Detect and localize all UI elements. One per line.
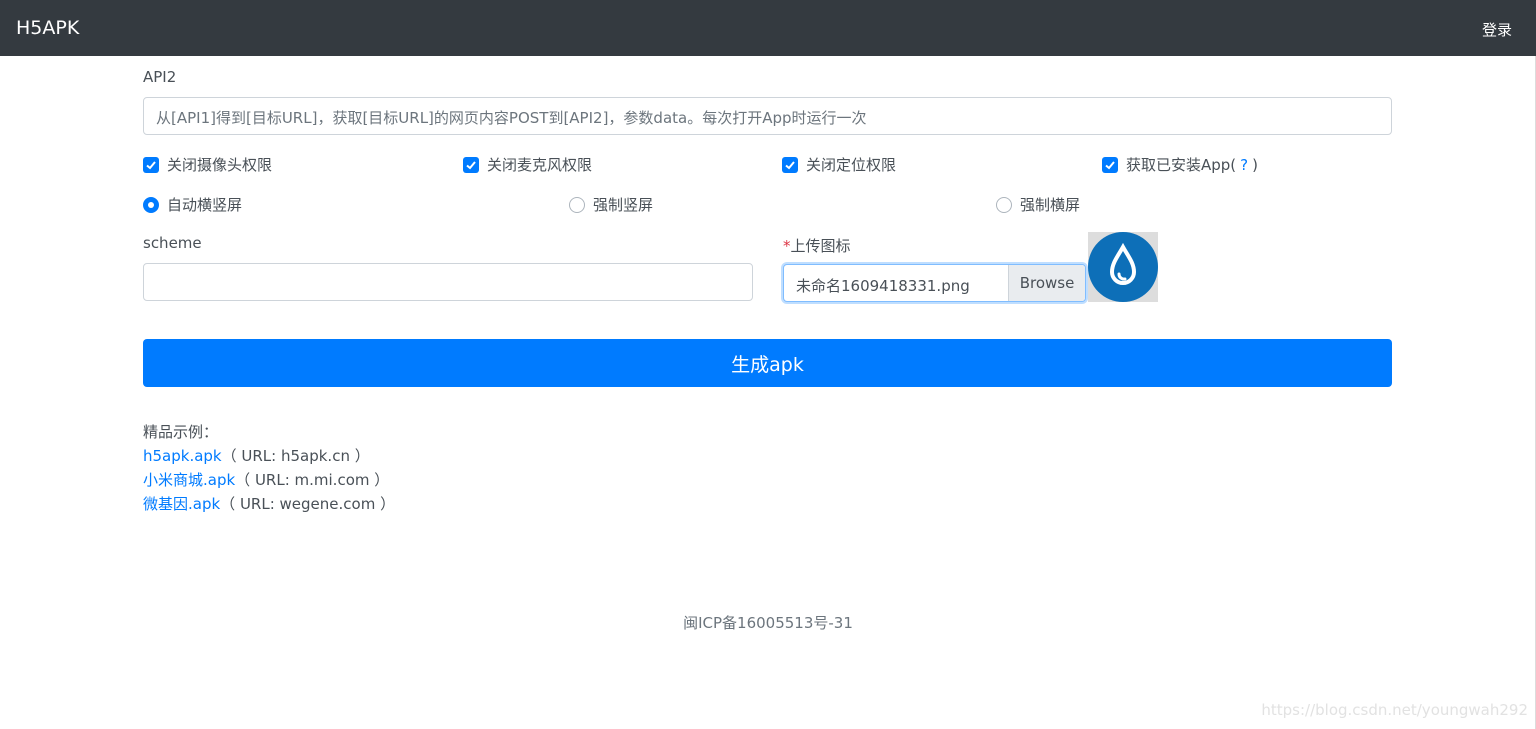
icon-preview	[1088, 232, 1158, 302]
radio-auto-orientation[interactable]: 自动横竖屏	[143, 194, 242, 215]
checkbox-get-installed-apps[interactable]: 获取已安装App( ? )	[1102, 154, 1258, 175]
checkbox-disable-location[interactable]: 关闭定位权限	[782, 154, 896, 175]
radio-label: 自动横竖屏	[167, 196, 243, 214]
checkbox-label: 关闭摄像头权限	[167, 156, 273, 174]
top-navbar: H5APK 登录	[0, 0, 1536, 56]
generate-apk-button[interactable]: 生成apk	[143, 339, 1392, 387]
example-url: （ URL: m.mi.com ）	[235, 471, 390, 489]
example-url: （ URL: h5apk.cn ）	[221, 447, 370, 465]
radio-unselected-icon	[996, 196, 1012, 213]
radio-force-landscape[interactable]: 强制横屏	[996, 194, 1080, 215]
checkbox-disable-microphone[interactable]: 关闭麦克风权限	[463, 154, 592, 175]
browse-button[interactable]: Browse	[1008, 265, 1085, 301]
example-item: 微基因.apk（ URL: wegene.com ）	[143, 492, 395, 516]
required-mark: *	[783, 237, 791, 255]
help-link[interactable]: ?	[1240, 156, 1248, 174]
checkbox-label: 获取已安装App(	[1126, 156, 1237, 174]
checkbox-label-suffix: )	[1252, 155, 1258, 174]
example-link[interactable]: h5apk.apk	[143, 447, 222, 465]
examples-title: 精品示例：	[143, 423, 219, 441]
example-item: h5apk.apk（ URL: h5apk.cn ）	[143, 444, 395, 468]
brand-logo-text[interactable]: H5APK	[16, 17, 79, 39]
example-url: （ URL: wegene.com ）	[220, 495, 396, 513]
upload-label-text: 上传图标	[790, 237, 851, 255]
api2-label: API2	[143, 68, 177, 86]
login-link[interactable]: 登录	[1482, 19, 1512, 40]
radio-unselected-icon	[569, 196, 585, 213]
example-link[interactable]: 微基因.apk	[143, 495, 220, 513]
checkbox-label: 关闭麦克风权限	[487, 156, 593, 174]
watermark: https://blog.csdn.net/youngwah292	[1261, 701, 1528, 719]
example-item: 小米商城.apk（ URL: m.mi.com ）	[143, 468, 395, 492]
checkbox-checked-icon	[143, 156, 159, 173]
checkbox-label: 关闭定位权限	[806, 156, 897, 174]
upload-label: *上传图标	[783, 235, 851, 256]
api2-input[interactable]: 从[API1]得到[目标URL]，获取[目标URL]的网页内容POST到[API…	[143, 97, 1392, 135]
example-link[interactable]: 小米商城.apk	[143, 471, 235, 489]
checkbox-disable-camera[interactable]: 关闭摄像头权限	[143, 154, 272, 175]
checkbox-checked-icon	[1102, 156, 1118, 173]
icon-file-input[interactable]: 未命名1609418331.png Browse	[783, 264, 1086, 302]
radio-label: 强制横屏	[1020, 196, 1081, 214]
file-name: 未命名1609418331.png	[796, 277, 970, 295]
checkbox-checked-icon	[782, 156, 798, 173]
checkbox-checked-icon	[463, 156, 479, 173]
radio-label: 强制竖屏	[593, 196, 654, 214]
api2-placeholder: 从[API1]得到[目标URL]，获取[目标URL]的网页内容POST到[API…	[156, 109, 867, 127]
water-drop-icon	[1088, 232, 1158, 302]
scheme-label: scheme	[143, 234, 202, 252]
examples-section: 精品示例： h5apk.apk（ URL: h5apk.cn ） 小米商城.ap…	[143, 420, 395, 516]
footer-icp: 闽ICP备16005513号-31	[683, 614, 853, 632]
radio-force-portrait[interactable]: 强制竖屏	[569, 194, 653, 215]
radio-selected-icon	[143, 196, 159, 213]
scheme-input[interactable]	[143, 263, 753, 301]
